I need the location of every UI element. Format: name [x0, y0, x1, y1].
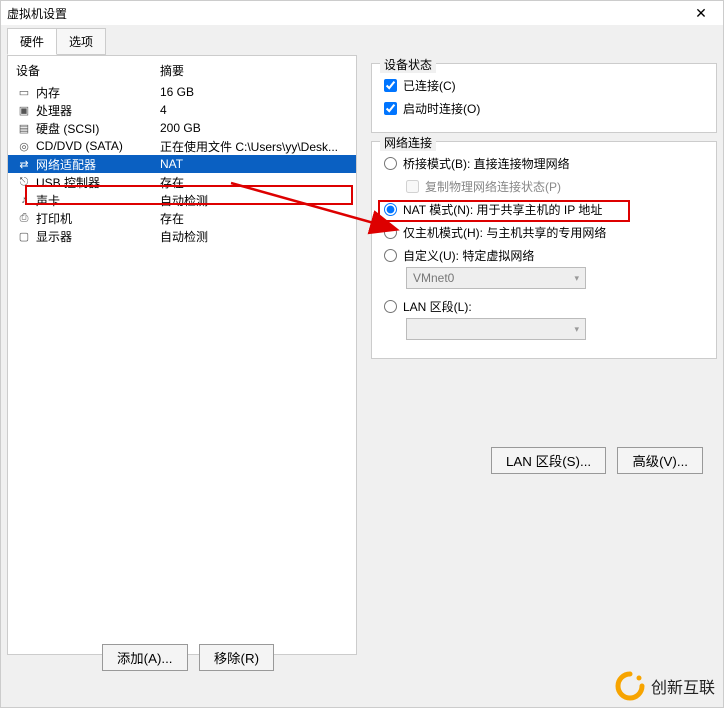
device-row-usb[interactable]: ⎋ USB 控制器 存在 [8, 173, 356, 191]
radio-nat-row[interactable]: NAT 模式(N): 用于共享主机的 IP 地址 [384, 198, 704, 221]
combo-custom-network: VMnet0 ▾ [406, 267, 704, 289]
advanced-button[interactable]: 高级(V)... [617, 447, 703, 474]
radio-bridge[interactable] [384, 157, 397, 170]
col-summary: 摘要 [160, 62, 348, 79]
add-device-button[interactable]: 添加(A)... [102, 644, 188, 671]
device-row-cdrom[interactable]: ◎ CD/DVD (SATA) 正在使用文件 C:\Users\yy\Desk.… [8, 137, 356, 155]
group-title-device-status: 设备状态 [380, 56, 436, 73]
chevron-down-icon: ▾ [574, 324, 579, 335]
checkbox-connect-on-start[interactable] [384, 102, 397, 115]
cpu-icon: ▣ [16, 104, 32, 117]
group-network-connection: 网络连接 桥接模式(B): 直接连接物理网络 复制物理网络连接状态(P) NAT… [371, 141, 717, 359]
watermark: 创新互联 [615, 671, 715, 701]
dropdown-vmnet: VMnet0 ▾ [406, 267, 586, 289]
device-row-sound[interactable]: ♪ 声卡 自动检测 [8, 191, 356, 209]
tabs: 硬件 选项 [1, 25, 723, 55]
radio-bridge-row[interactable]: 桥接模式(B): 直接连接物理网络 [384, 152, 704, 175]
radio-lan-segment-row[interactable]: LAN 区段(L): [384, 295, 704, 318]
col-device: 设备 [16, 62, 160, 79]
device-list-panel: 设备 摘要 ▭ 内存 16 GB ▣ 处理器 4 ▤ 硬盘 (SCSI) 200… [7, 55, 357, 655]
lan-segment-button[interactable]: LAN 区段(S)... [491, 447, 606, 474]
checkbox-connected[interactable] [384, 79, 397, 92]
disk-icon: ▤ [16, 122, 32, 135]
remove-device-button[interactable]: 移除(R) [199, 644, 274, 671]
content: 设备 摘要 ▭ 内存 16 GB ▣ 处理器 4 ▤ 硬盘 (SCSI) 200… [1, 55, 723, 655]
device-details-panel: 设备状态 已连接(C) 启动时连接(O) 网络连接 桥接模式(B): 直接连接物… [357, 55, 717, 655]
watermark-text: 创新互联 [651, 674, 715, 698]
window-title: 虚拟机设置 [7, 5, 67, 22]
chevron-down-icon: ▾ [574, 273, 579, 284]
device-buttons: 添加(A)... 移除(R) [13, 644, 363, 671]
group-device-status: 设备状态 已连接(C) 启动时连接(O) [371, 63, 717, 133]
device-row-display[interactable]: ▢ 显示器 自动检测 [8, 227, 356, 245]
combo-lan-segment: ▾ [406, 318, 704, 340]
checkbox-connected-row[interactable]: 已连接(C) [384, 74, 704, 97]
sound-icon: ♪ [16, 194, 32, 206]
dropdown-lan-segment: ▾ [406, 318, 586, 340]
checkbox-replicate-row: 复制物理网络连接状态(P) [406, 175, 704, 198]
device-row-memory[interactable]: ▭ 内存 16 GB [8, 83, 356, 101]
device-row-network[interactable]: ⇄ 网络适配器 NAT [8, 155, 356, 173]
network-buttons: LAN 区段(S)... 高级(V)... [487, 447, 707, 474]
device-list-header: 设备 摘要 [8, 56, 356, 83]
memory-icon: ▭ [16, 86, 32, 99]
cdrom-icon: ◎ [16, 140, 32, 153]
radio-custom[interactable] [384, 249, 397, 262]
radio-lan-segment[interactable] [384, 300, 397, 313]
device-row-printer[interactable]: ⎙ 打印机 存在 [8, 209, 356, 227]
close-button[interactable]: ✕ [685, 3, 717, 23]
radio-hostonly-row[interactable]: 仅主机模式(H): 与主机共享的专用网络 [384, 221, 704, 244]
titlebar: 虚拟机设置 ✕ [1, 1, 723, 25]
device-row-cpu[interactable]: ▣ 处理器 4 [8, 101, 356, 119]
network-icon: ⇄ [16, 158, 32, 171]
printer-icon: ⎙ [16, 212, 32, 225]
radio-nat[interactable] [384, 203, 397, 216]
group-title-network: 网络连接 [380, 134, 436, 151]
device-row-disk[interactable]: ▤ 硬盘 (SCSI) 200 GB [8, 119, 356, 137]
tab-options[interactable]: 选项 [56, 28, 106, 55]
checkbox-connect-on-start-row[interactable]: 启动时连接(O) [384, 97, 704, 120]
vm-settings-window: 虚拟机设置 ✕ 硬件 选项 设备 摘要 ▭ 内存 16 GB ▣ 处理器 4 [0, 0, 724, 708]
tab-hardware[interactable]: 硬件 [7, 28, 57, 55]
usb-icon: ⎋ [16, 176, 32, 189]
radio-custom-row[interactable]: 自定义(U): 特定虚拟网络 [384, 244, 704, 267]
checkbox-replicate [406, 180, 419, 193]
radio-hostonly[interactable] [384, 226, 397, 239]
device-list[interactable]: ▭ 内存 16 GB ▣ 处理器 4 ▤ 硬盘 (SCSI) 200 GB ◎ … [8, 83, 356, 245]
display-icon: ▢ [16, 230, 32, 243]
watermark-icon [615, 671, 645, 701]
